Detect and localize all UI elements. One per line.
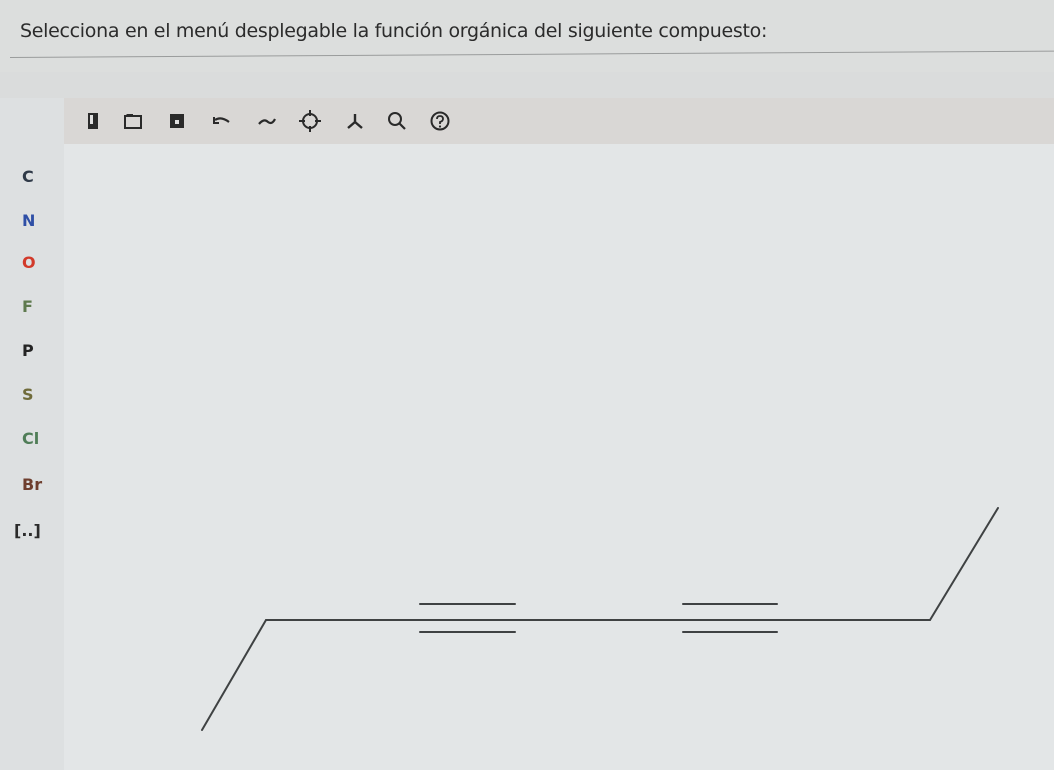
open-folder-icon[interactable] — [120, 108, 146, 134]
structure-template-icon[interactable] — [342, 108, 368, 134]
atom-button-br[interactable]: Br — [22, 470, 62, 500]
help-icon[interactable] — [427, 108, 453, 134]
editor-top-strip — [0, 72, 1054, 98]
editor-toolbar — [64, 98, 1054, 144]
divider-line — [9, 50, 1054, 58]
atom-button-f[interactable]: F — [22, 292, 62, 322]
zoom-icon[interactable] — [384, 108, 410, 134]
center-view-icon[interactable] — [297, 108, 323, 134]
atom-button-o[interactable]: O — [22, 248, 62, 278]
save-icon[interactable] — [164, 108, 190, 134]
atom-button-p[interactable]: P — [22, 336, 62, 366]
atom-button-s[interactable]: S — [22, 380, 62, 410]
atom-button-c[interactable]: C — [22, 162, 62, 192]
drawing-canvas[interactable] — [64, 144, 1054, 770]
atom-button-cl[interactable]: Cl — [22, 424, 62, 454]
atom-button-n[interactable]: N — [22, 206, 62, 236]
atom-button-more[interactable]: [..] — [14, 516, 54, 546]
question-text: Selecciona en el menú desplegable la fun… — [20, 20, 768, 42]
atom-palette: C N O F P S Cl Br [..] — [0, 144, 64, 544]
redo-icon[interactable] — [254, 108, 280, 134]
new-document-icon[interactable] — [80, 108, 106, 134]
undo-icon[interactable] — [209, 108, 235, 134]
